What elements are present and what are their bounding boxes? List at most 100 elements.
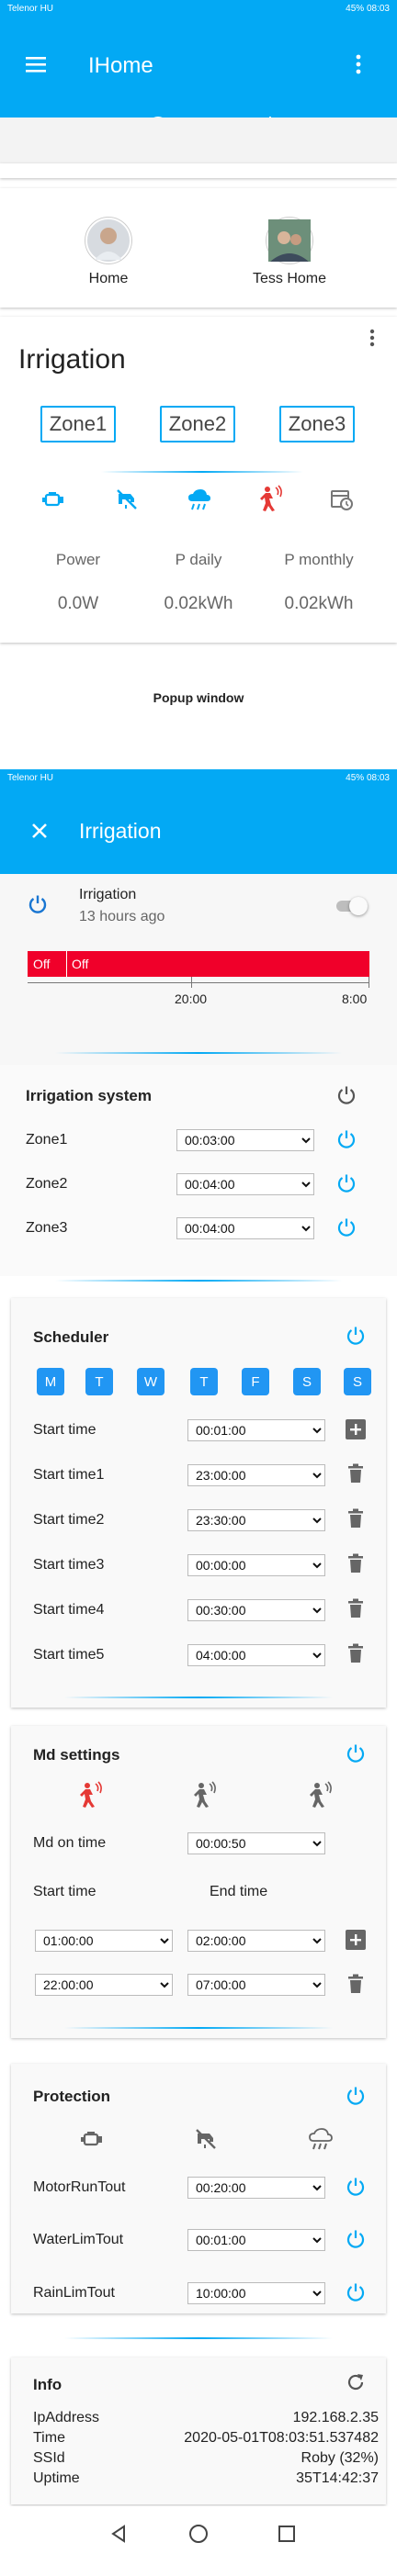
motor-run-power-icon[interactable] bbox=[346, 2177, 368, 2199]
rain-lim-tout-select[interactable]: 10:00:00 bbox=[187, 2282, 325, 2304]
user-name-home[interactable]: Home bbox=[53, 271, 164, 287]
zone3-power-icon[interactable] bbox=[336, 1217, 358, 1239]
close-icon[interactable] bbox=[28, 819, 51, 843]
system-power-icon[interactable] bbox=[336, 1085, 358, 1107]
info-time-label: Time bbox=[33, 2430, 65, 2446]
stat-pmonthly-value: 0.02kWh bbox=[284, 594, 354, 613]
back-icon[interactable] bbox=[108, 2523, 130, 2545]
day-wednesday-button[interactable]: W bbox=[137, 1368, 164, 1395]
popup-status-right: 45% 08:03 bbox=[346, 773, 390, 783]
card-divider bbox=[101, 471, 303, 473]
motor-icon[interactable] bbox=[40, 488, 66, 510]
md-start-select-2[interactable]: 22:00:00 bbox=[35, 1974, 173, 1996]
day-tuesday-button[interactable]: T bbox=[85, 1368, 113, 1395]
popup-window-caption: Popup window bbox=[153, 690, 244, 705]
avatar-home[interactable] bbox=[85, 218, 131, 263]
section-divider bbox=[55, 1052, 342, 1054]
schedule-icon[interactable] bbox=[329, 487, 355, 512]
start-time1-select[interactable]: 23:00:00 bbox=[187, 1464, 325, 1486]
md-start-time-label: Start time bbox=[33, 1884, 96, 1899]
water-off-icon[interactable] bbox=[114, 487, 140, 512]
md-end-select-2[interactable]: 07:00:00 bbox=[187, 1974, 325, 1996]
stat-pmonthly-label: P monthly bbox=[284, 551, 354, 568]
timeline-tick1-label: 20:00 bbox=[175, 991, 208, 1006]
zone2-power-icon[interactable] bbox=[336, 1173, 358, 1195]
zone1-button[interactable]: Zone1 bbox=[40, 406, 116, 442]
md-settings-title: Md settings bbox=[33, 1746, 120, 1764]
water-lim-tout-select[interactable]: 00:01:00 bbox=[187, 2229, 325, 2251]
home-nav-icon[interactable] bbox=[187, 2523, 210, 2545]
delete-icon[interactable] bbox=[347, 1643, 364, 1663]
refresh-icon[interactable] bbox=[346, 2372, 368, 2394]
protection-power-icon[interactable] bbox=[346, 2086, 368, 2108]
delete-icon[interactable] bbox=[347, 1598, 364, 1618]
motor-run-tout-label: MotorRunTout bbox=[33, 2179, 126, 2195]
water-off-icon[interactable] bbox=[193, 2126, 219, 2152]
delete-icon[interactable] bbox=[347, 1974, 364, 1994]
start-time-select[interactable]: 00:01:00 bbox=[187, 1419, 325, 1441]
menu-icon[interactable] bbox=[24, 51, 50, 77]
section-divider bbox=[55, 1280, 342, 1282]
day-saturday-button[interactable]: S bbox=[293, 1368, 321, 1395]
irrigation-system-title: Irrigation system bbox=[26, 1087, 152, 1104]
popup-carrier-label: Telenor HU bbox=[7, 773, 54, 783]
motion-icon[interactable] bbox=[191, 1781, 217, 1810]
info-time-value: 2020-05-01T08:03:51.537482 bbox=[184, 2430, 379, 2446]
motion-alert-icon[interactable] bbox=[77, 1781, 103, 1810]
rain-icon[interactable] bbox=[307, 2126, 335, 2152]
start-time5-select[interactable]: 04:00:00 bbox=[187, 1644, 325, 1666]
add-icon[interactable] bbox=[346, 1930, 366, 1950]
avatar-tess-home[interactable] bbox=[267, 218, 312, 263]
popup-status-bar: Telenor HU 45% 08:03 bbox=[0, 769, 397, 786]
water-lim-power-icon[interactable] bbox=[346, 2229, 368, 2251]
day-thursday-button[interactable]: T bbox=[190, 1368, 218, 1395]
start-time4-select[interactable]: 00:30:00 bbox=[187, 1599, 325, 1621]
motion-alert-icon[interactable] bbox=[257, 485, 283, 512]
motor-icon[interactable] bbox=[79, 2128, 105, 2150]
add-icon[interactable] bbox=[346, 1419, 366, 1439]
delete-icon[interactable] bbox=[347, 1553, 364, 1574]
scheduler-power-icon[interactable] bbox=[346, 1326, 368, 1348]
zone3-button[interactable]: Zone3 bbox=[279, 406, 355, 442]
zone1-duration-select[interactable]: 00:03:00 bbox=[176, 1129, 314, 1151]
zone2-label: Zone2 bbox=[26, 1176, 68, 1192]
start-time2-select[interactable]: 23:30:00 bbox=[187, 1509, 325, 1531]
entity-toggle[interactable] bbox=[333, 896, 371, 916]
day-monday-button[interactable]: M bbox=[37, 1368, 64, 1395]
md-power-icon[interactable] bbox=[346, 1743, 368, 1765]
motor-run-tout-select[interactable]: 00:20:00 bbox=[187, 2177, 325, 2199]
start-time2-label: Start time2 bbox=[33, 1512, 105, 1528]
prev-card-bottom bbox=[0, 163, 397, 178]
md-start-select-1[interactable]: 01:00:00 bbox=[35, 1930, 173, 1952]
md-end-select-1[interactable]: 02:00:00 bbox=[187, 1930, 325, 1952]
stat-pdaily-label: P daily bbox=[175, 551, 222, 568]
card-more-icon[interactable] bbox=[369, 329, 380, 349]
start-time-label: Start time bbox=[33, 1422, 96, 1438]
day-sunday-button[interactable]: S bbox=[344, 1368, 371, 1395]
start-time3-select[interactable]: 00:00:00 bbox=[187, 1554, 325, 1576]
zone3-duration-select[interactable]: 00:04:00 bbox=[176, 1217, 314, 1239]
stat-power-value: 0.0W bbox=[57, 594, 99, 613]
delete-icon[interactable] bbox=[347, 1508, 364, 1529]
zone2-button[interactable]: Zone2 bbox=[160, 406, 235, 442]
water-lim-tout-label: WaterLimTout bbox=[33, 2232, 124, 2247]
day-friday-button[interactable]: F bbox=[242, 1368, 269, 1395]
popup-app-bar: Irrigation bbox=[0, 786, 397, 874]
md-on-time-select[interactable]: 00:00:50 bbox=[187, 1832, 325, 1854]
more-vert-icon[interactable] bbox=[349, 51, 368, 77]
recents-icon[interactable] bbox=[276, 2523, 298, 2545]
delete-icon[interactable] bbox=[347, 1463, 364, 1484]
timeline-tick-1 bbox=[191, 977, 192, 988]
zone2-duration-select[interactable]: 00:04:00 bbox=[176, 1173, 314, 1195]
motion-icon[interactable] bbox=[307, 1781, 333, 1810]
app-bar: IHome bbox=[0, 17, 397, 118]
zone1-power-icon[interactable] bbox=[336, 1129, 358, 1151]
rain-icon[interactable] bbox=[186, 487, 213, 512]
info-ip-value: 192.168.2.35 bbox=[292, 2410, 379, 2425]
info-uptime-label: Uptime bbox=[33, 2470, 80, 2486]
info-ssid-value: Roby (32%) bbox=[301, 2450, 379, 2466]
status-right: 45% 08:03 bbox=[346, 4, 390, 14]
user-name-tess-home[interactable]: Tess Home bbox=[234, 271, 345, 287]
rain-lim-power-icon[interactable] bbox=[346, 2282, 368, 2304]
md-end-time-label: End time bbox=[210, 1884, 268, 1899]
